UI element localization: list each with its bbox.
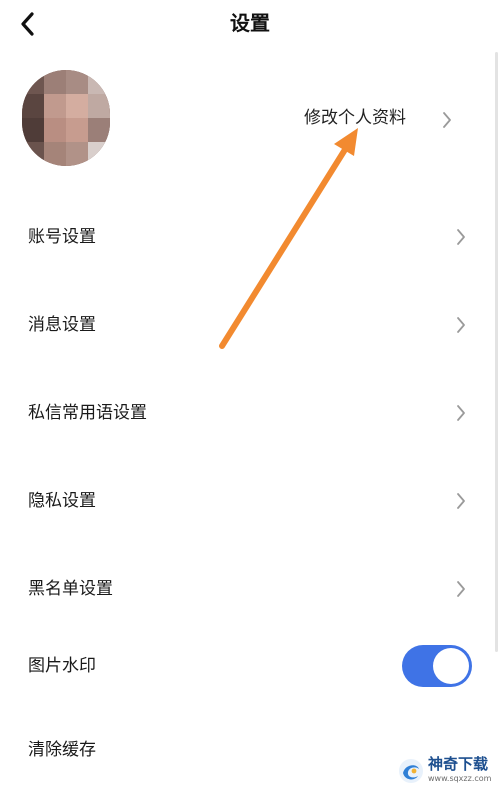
image-watermark-toggle[interactable] bbox=[402, 645, 472, 687]
edit-profile-label: 修改个人资料 bbox=[304, 108, 406, 128]
swirl-logo-icon bbox=[399, 759, 423, 783]
brand-text: 神奇下载 bbox=[428, 755, 489, 773]
edit-profile-row[interactable]: 修改个人资料 bbox=[0, 64, 500, 174]
page-title: 设置 bbox=[230, 11, 270, 35]
chevron-right-icon bbox=[457, 317, 465, 333]
avatar bbox=[22, 70, 110, 166]
scrollbar[interactable] bbox=[495, 52, 498, 652]
clear-cache-label: 清除缓存 bbox=[28, 740, 96, 760]
menu-item-label: 黑名单设置 bbox=[28, 579, 113, 599]
brand-url: www.sqxzz.com bbox=[428, 774, 492, 783]
menu-item-message-settings[interactable]: 消息设置 bbox=[0, 289, 500, 361]
chevron-right-icon bbox=[457, 405, 465, 421]
menu-item-account-settings[interactable]: 账号设置 bbox=[0, 201, 500, 273]
menu-item-privacy-settings[interactable]: 隐私设置 bbox=[0, 465, 500, 537]
chevron-right-icon bbox=[457, 581, 465, 597]
chevron-right-icon bbox=[457, 229, 465, 245]
settings-screen: 设置 修改个人资料 账号设置 消息设置 私信常用语设置 隐私设置 黑名单设置 图… bbox=[0, 0, 500, 795]
menu-item-blacklist-settings[interactable]: 黑名单设置 bbox=[0, 553, 500, 625]
image-watermark-label: 图片水印 bbox=[28, 656, 96, 676]
toggle-knob bbox=[433, 648, 469, 684]
chevron-right-icon bbox=[443, 112, 451, 128]
header-bar: 设置 bbox=[0, 0, 500, 50]
menu-item-label: 私信常用语设置 bbox=[28, 403, 147, 423]
menu-item-label: 账号设置 bbox=[28, 227, 96, 247]
menu-item-label: 隐私设置 bbox=[28, 491, 96, 511]
site-watermark: 神奇下载 www.sqxzz.com bbox=[398, 752, 498, 792]
menu-item-dm-phrases-settings[interactable]: 私信常用语设置 bbox=[0, 377, 500, 449]
menu-item-label: 消息设置 bbox=[28, 315, 96, 335]
chevron-right-icon bbox=[457, 493, 465, 509]
